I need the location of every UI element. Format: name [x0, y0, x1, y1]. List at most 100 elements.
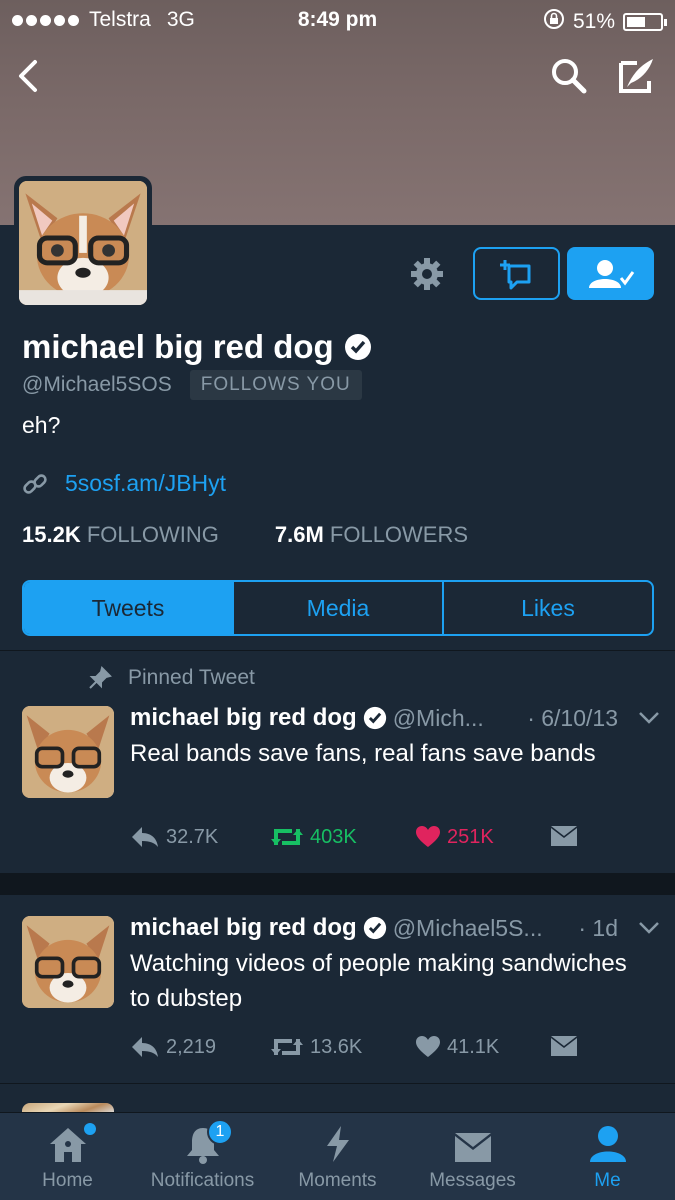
following-count: 15.2K [22, 522, 81, 547]
profile-name-text: michael big red dog [22, 328, 334, 365]
like-count: 251K [447, 825, 494, 848]
divider [0, 1083, 675, 1084]
tabbar-notifications[interactable]: 1 Notifications [135, 1113, 270, 1200]
tabbar-messages[interactable]: Messages [405, 1113, 540, 1200]
tweet-text: Watching videos of people making sandwic… [130, 950, 627, 1012]
pinned-label: Pinned Tweet [88, 666, 255, 690]
tweet-handle: @Mich... [392, 704, 484, 731]
tabbar-notifications-label: Notifications [150, 1170, 255, 1191]
tab-media[interactable]: Media [234, 582, 444, 634]
profile-tabs: Tweets Media Likes [22, 580, 654, 636]
tab-tweets[interactable]: Tweets [24, 582, 234, 634]
tweet-avatar[interactable] [22, 706, 114, 798]
verified-badge-icon [363, 706, 386, 730]
bottom-tab-bar: Home 1 Notifications Moments Messages Me [0, 1112, 675, 1200]
rotation-lock-icon [543, 8, 565, 36]
person-icon [589, 1126, 626, 1162]
followers-label: FOLLOWERS [329, 522, 469, 547]
chevron-down-icon[interactable] [638, 921, 660, 935]
profile-name: michael big red dog [22, 328, 372, 366]
tabbar-moments-label: Moments [298, 1170, 377, 1191]
verified-badge-icon [344, 334, 371, 360]
following-button[interactable] [567, 247, 654, 300]
direct-message-button[interactable] [550, 1036, 578, 1058]
envelope-icon [454, 1133, 491, 1162]
direct-message-button[interactable] [550, 826, 578, 848]
like-button[interactable]: 41.1K [415, 1035, 550, 1059]
tabbar-moments[interactable]: Moments [270, 1113, 405, 1200]
handle-row: @Michael5SOS FOLLOWS YOU [22, 370, 362, 400]
tweet-handle: @Michael5S... [392, 914, 543, 941]
reply-button[interactable]: 32.7K [130, 825, 270, 849]
retweet-icon [271, 829, 303, 845]
heart-icon [416, 1036, 440, 1057]
tabbar-messages-label: Messages [429, 1170, 516, 1191]
tweet-text: Real bands save fans, real fans save ban… [130, 740, 596, 767]
dog-face-icon [22, 706, 114, 798]
retweet-button[interactable]: 13.6K [270, 1035, 415, 1059]
gear-icon [411, 257, 443, 290]
following-stat[interactable]: 15.2K FOLLOWING [22, 522, 219, 548]
profile-link[interactable]: 5sosf.am/JBHyt [22, 470, 226, 497]
search-button[interactable] [545, 52, 593, 100]
pin-icon [89, 666, 112, 689]
tweet-header: michael big red dog @Mich... · 6/10/13 [130, 704, 660, 732]
tab-likes[interactable]: Likes [444, 582, 652, 634]
follows-you-badge: FOLLOWS YOU [189, 370, 362, 400]
retweet-button[interactable]: 403K [270, 825, 415, 849]
new-content-dot [84, 1123, 96, 1135]
profile-bio: eh? [22, 412, 61, 438]
home-icon [49, 1128, 86, 1162]
settings-button[interactable] [402, 247, 452, 300]
retweet-count: 403K [310, 825, 357, 848]
followers-stat[interactable]: 7.6M FOLLOWERS [275, 522, 468, 548]
compose-button[interactable] [612, 52, 660, 100]
like-count: 41.1K [447, 1035, 500, 1058]
battery-icon [623, 13, 667, 31]
section-gap [0, 873, 675, 895]
list-add-icon [499, 259, 530, 289]
tabbar-me-label: Me [594, 1170, 621, 1191]
retweet-count: 13.6K [310, 1035, 363, 1058]
divider [0, 650, 675, 651]
chevron-down-icon[interactable] [638, 711, 660, 725]
chevron-left-icon [19, 60, 37, 92]
dog-face-icon [22, 916, 114, 1008]
envelope-icon [551, 1036, 577, 1056]
following-label: FOLLOWING [86, 522, 219, 547]
tabbar-me[interactable]: Me [540, 1113, 675, 1200]
reply-icon [132, 1037, 158, 1057]
tweet-date: · 6/10/13 [527, 704, 618, 731]
tweet-actions: 2,219 13.6K 41.1K [130, 1035, 578, 1059]
profile-link-text[interactable]: 5sosf.am/JBHyt [65, 470, 226, 497]
dog-face-icon [19, 181, 147, 305]
heart-icon [416, 826, 440, 847]
tweet-avatar[interactable] [22, 916, 114, 1008]
retweet-icon [271, 1039, 303, 1055]
lightning-icon [326, 1126, 349, 1162]
add-to-list-button[interactable] [473, 247, 560, 300]
link-icon [23, 473, 47, 494]
back-button[interactable] [4, 52, 52, 100]
pinned-label-text: Pinned Tweet [128, 666, 255, 689]
reply-icon [132, 827, 158, 847]
reply-button[interactable]: 2,219 [130, 1035, 270, 1059]
followers-count: 7.6M [274, 522, 324, 547]
reply-count: 32.7K [166, 825, 219, 848]
envelope-icon [551, 826, 577, 846]
tweet-actions: 32.7K 403K 251K [130, 825, 578, 849]
tweet-author[interactable]: michael big red dog [130, 704, 357, 732]
tabbar-home[interactable]: Home [0, 1113, 135, 1200]
tweet-author[interactable]: michael big red dog [130, 914, 357, 942]
search-icon [552, 59, 587, 94]
user-check-icon [588, 259, 634, 288]
tweet-header: michael big red dog @Michael5S... · 1d [130, 914, 660, 942]
verified-badge-icon [363, 916, 386, 940]
status-bar: Telstra 3G 8:49 pm 51% [0, 0, 675, 40]
tabbar-home-label: Home [42, 1170, 93, 1191]
like-button[interactable]: 251K [415, 825, 550, 849]
profile-avatar[interactable] [14, 176, 152, 310]
battery-percent: 51% [572, 10, 615, 33]
profile-handle: @Michael5SOS [22, 373, 172, 396]
compose-icon [619, 59, 653, 93]
